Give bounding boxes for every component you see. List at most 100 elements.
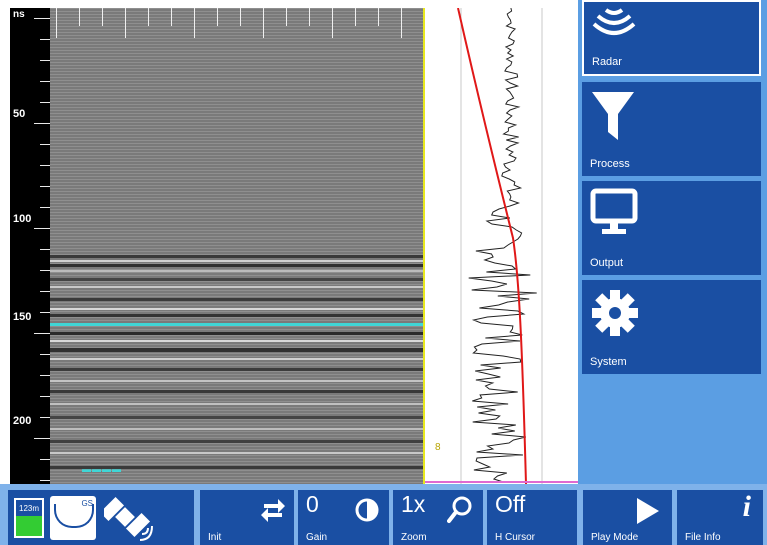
- trace-mark: [125, 8, 126, 38]
- file-info-label: File Info: [685, 532, 721, 543]
- depth-unit-label: ns: [13, 9, 25, 20]
- gain-value: 0: [306, 491, 319, 517]
- radargram-band: [50, 416, 423, 419]
- trace-waveform: [468, 8, 537, 483]
- gain-label: Gain: [306, 532, 328, 543]
- play-mode-button[interactable]: Play Mode: [583, 490, 672, 545]
- radargram-band: [50, 260, 423, 262]
- depth-tick: [34, 438, 50, 439]
- init-label: Init: [208, 532, 222, 543]
- info-icon: i: [742, 490, 751, 523]
- depth-tick: [40, 375, 50, 376]
- monitor-icon: [590, 188, 638, 234]
- trace-mark: [171, 8, 172, 26]
- depth-label-150: 150: [13, 311, 32, 323]
- h-cursor-value: Off: [495, 491, 526, 517]
- radargram-band: [50, 308, 423, 310]
- menu-output-label: Output: [590, 257, 624, 269]
- scan-position-indicator: ▬▬▬▬: [82, 464, 122, 474]
- depth-tick: [40, 459, 50, 460]
- gain-curve: [457, 8, 527, 484]
- depth-tick: [40, 144, 50, 145]
- trace-mark: [309, 8, 310, 26]
- battery-text: 123m: [19, 504, 40, 513]
- radargram-band: [50, 452, 423, 454]
- depth-tick: [40, 312, 50, 313]
- depth-label-50: 50: [13, 108, 26, 120]
- horizontal-cursor-line[interactable]: [50, 323, 423, 326]
- trace-mark: [56, 8, 57, 38]
- trace-mark: [102, 8, 103, 26]
- trace-marker: 8: [435, 442, 441, 453]
- h-cursor-button[interactable]: Off H Cursor: [487, 490, 577, 545]
- side-menu: Radar Process Output System: [578, 0, 767, 484]
- trace-mark: [286, 8, 287, 26]
- radargram-band: [50, 368, 423, 371]
- contrast-icon: [355, 498, 379, 522]
- depth-tick: [40, 102, 50, 103]
- menu-process-button[interactable]: Process: [582, 82, 761, 176]
- depth-tick: [40, 186, 50, 187]
- radargram-band: [50, 440, 423, 443]
- depth-tick: [40, 39, 50, 40]
- magnifier-icon: [447, 496, 472, 523]
- gain-button[interactable]: 0 Gain: [298, 490, 389, 545]
- zoom-label: Zoom: [401, 532, 427, 543]
- depth-tick: [34, 123, 50, 124]
- file-info-button[interactable]: i File Info: [677, 490, 763, 545]
- depth-tick: [40, 417, 50, 418]
- trace-mark: [378, 8, 379, 26]
- trace-mark: [148, 8, 149, 26]
- depth-tick: [40, 291, 50, 292]
- depth-scale: ns 50 100 150 200: [10, 8, 50, 484]
- menu-radar-button[interactable]: Radar: [582, 0, 761, 76]
- radargram-band: [50, 255, 423, 258]
- trace-panel: 8: [423, 8, 578, 484]
- menu-output-button[interactable]: Output: [582, 181, 761, 275]
- radargram-band: [50, 358, 423, 360]
- depth-tick: [34, 228, 50, 229]
- trace-plot: [425, 8, 578, 484]
- depth-tick: [40, 396, 50, 397]
- swap-arrows-icon: [261, 499, 285, 522]
- trace-mark: [401, 8, 402, 38]
- radargram-band: [50, 278, 423, 281]
- depth-tick: [34, 333, 50, 334]
- zoom-button[interactable]: 1x Zoom: [393, 490, 483, 545]
- radargram-view[interactable]: ▬▬▬▬: [50, 8, 423, 484]
- depth-tick: [34, 18, 50, 19]
- gps-icon: GS: [50, 496, 96, 540]
- depth-tick: [40, 480, 50, 481]
- status-area: 123m GS: [8, 490, 194, 545]
- play-mode-label: Play Mode: [591, 532, 639, 543]
- depth-tick: [40, 249, 50, 250]
- depth-tick: [40, 60, 50, 61]
- menu-system-label: System: [590, 356, 627, 368]
- bottom-toolbar: 123m GS Init 0 Gain 1x Zoom Off H Cursor…: [0, 484, 767, 545]
- radargram-band: [50, 403, 423, 405]
- radargram-band: [50, 314, 423, 317]
- trace-mark: [217, 8, 218, 26]
- depth-tick: [40, 354, 50, 355]
- depth-tick: [40, 207, 50, 208]
- menu-system-button[interactable]: System: [582, 280, 761, 374]
- trace-mark: [194, 8, 195, 38]
- trace-mark: [240, 8, 241, 26]
- play-icon: [637, 498, 659, 524]
- radargram-band: [50, 298, 423, 301]
- radargram-band: [50, 380, 423, 382]
- menu-radar-label: Radar: [592, 56, 622, 68]
- radargram-band: [50, 270, 423, 272]
- depth-tick: [40, 165, 50, 166]
- depth-tick: [40, 81, 50, 82]
- depth-label-100: 100: [13, 213, 32, 225]
- radargram-band: [50, 348, 423, 352]
- init-button[interactable]: Init: [200, 490, 294, 545]
- trace-mark: [79, 8, 80, 26]
- depth-label-200: 200: [13, 415, 32, 427]
- battery-icon: 123m: [14, 498, 44, 538]
- radargram-band: [50, 264, 423, 267]
- satellite-icon: [104, 496, 153, 541]
- menu-process-label: Process: [590, 158, 630, 170]
- radargram-band: [50, 428, 423, 430]
